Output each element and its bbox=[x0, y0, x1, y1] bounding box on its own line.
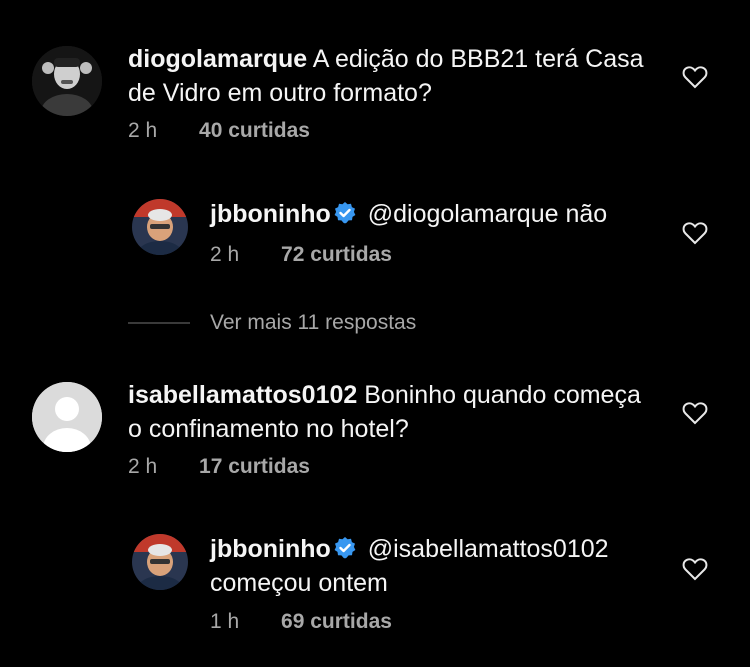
view-more-replies-button[interactable]: Ver mais 11 respostas bbox=[128, 308, 416, 338]
avatar-jbboninho[interactable] bbox=[132, 199, 188, 255]
like-heart-icon[interactable] bbox=[682, 401, 708, 425]
avatar-jbboninho[interactable] bbox=[132, 534, 188, 590]
comment-text: @diogolamarque não bbox=[367, 200, 608, 228]
divider-line bbox=[128, 322, 190, 324]
comment-likes[interactable]: 69 curtidas bbox=[281, 610, 392, 633]
comment-likes[interactable]: 72 curtidas bbox=[281, 243, 392, 266]
comment-likes[interactable]: 40 curtidas bbox=[199, 119, 310, 142]
comment-time: 2 h bbox=[128, 119, 158, 142]
comment-time: 2 h bbox=[210, 243, 240, 266]
comment-text-block: diogolamarque A edição do BBB21 terá Cas… bbox=[128, 42, 648, 110]
comment-likes[interactable]: 17 curtidas bbox=[199, 455, 310, 478]
profile-photo-icon bbox=[132, 199, 188, 255]
like-heart-icon[interactable] bbox=[682, 557, 708, 581]
comment-username[interactable]: diogolamarque bbox=[128, 45, 307, 73]
comment-meta: 1 h 69 curtidas bbox=[210, 610, 392, 634]
profile-photo-icon bbox=[132, 534, 188, 590]
avatar-isabellamattos0102[interactable] bbox=[32, 382, 102, 452]
comment-username[interactable]: jbboninho bbox=[210, 200, 331, 228]
avatar-diogolamarque[interactable] bbox=[32, 46, 102, 116]
comment-text-block: jbboninho @diogolamarque não bbox=[210, 197, 650, 231]
verified-badge-icon bbox=[334, 202, 356, 224]
comment-meta: 2 h 72 curtidas bbox=[210, 243, 392, 267]
profile-photo-icon bbox=[32, 46, 102, 116]
comment-username[interactable]: jbboninho bbox=[210, 535, 331, 563]
comment-time: 1 h bbox=[210, 610, 240, 633]
default-avatar-icon bbox=[32, 382, 102, 452]
comment-meta: 2 h 17 curtidas bbox=[128, 455, 310, 479]
view-more-replies-label: Ver mais 11 respostas bbox=[210, 311, 417, 334]
like-heart-icon[interactable] bbox=[682, 221, 708, 245]
comment-username[interactable]: isabellamattos0102 bbox=[128, 381, 357, 409]
verified-badge-icon bbox=[334, 537, 356, 559]
comment-meta: 2 h 40 curtidas bbox=[128, 119, 310, 143]
like-heart-icon[interactable] bbox=[682, 65, 708, 89]
comment-time: 2 h bbox=[128, 455, 158, 478]
comment-text-block: isabellamattos0102 Boninho quando começa… bbox=[128, 378, 648, 446]
comment-text-block: jbboninho @isabellamattos0102 começou on… bbox=[210, 532, 660, 600]
